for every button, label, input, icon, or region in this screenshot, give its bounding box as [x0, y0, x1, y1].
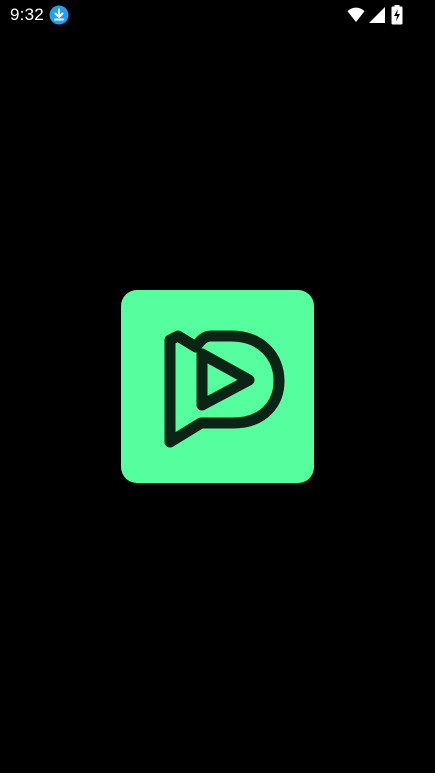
status-time: 9:32 — [10, 5, 44, 24]
cell-signal-icon — [369, 7, 385, 28]
status-bar: 9:32 — [0, 0, 435, 30]
splash-screen: 9:32 — [0, 0, 435, 773]
wifi-icon — [347, 7, 365, 28]
battery-charging-icon — [391, 5, 403, 30]
download-icon — [49, 5, 69, 25]
system-status-icons — [347, 5, 407, 25]
app-logo-icon — [121, 290, 314, 483]
